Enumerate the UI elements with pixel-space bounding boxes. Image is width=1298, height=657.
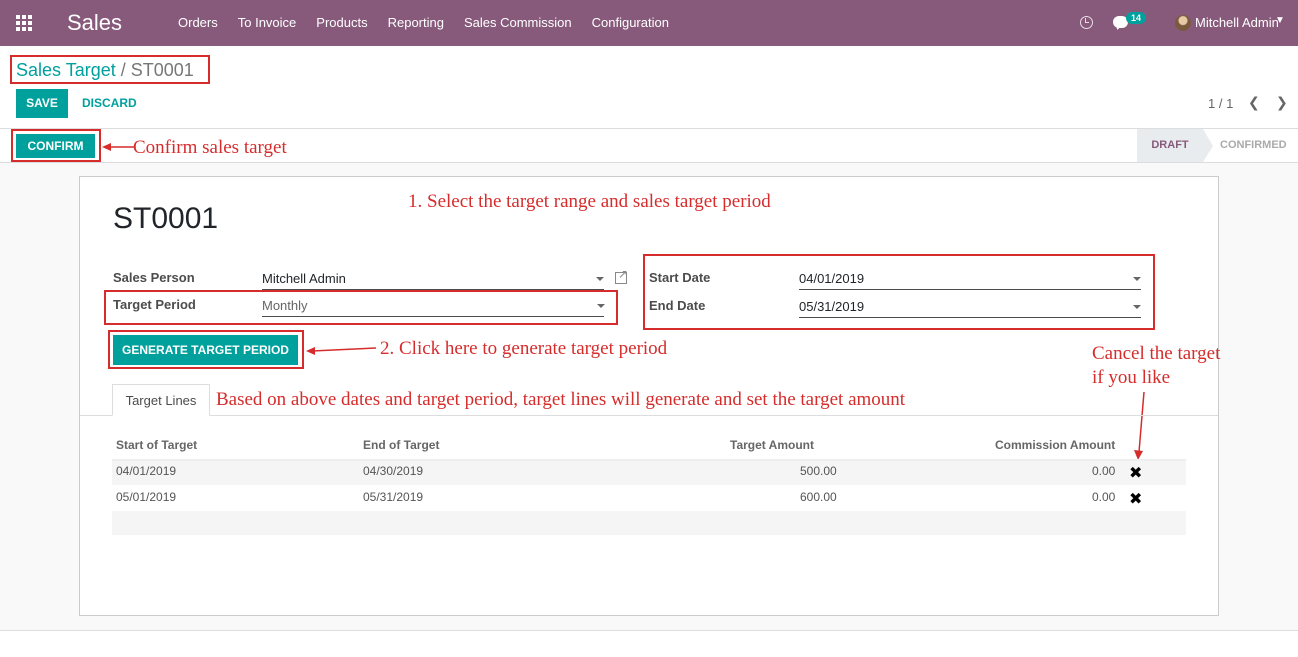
cell-commission[interactable]: 0.00 [1092, 490, 1115, 504]
sales-person-field[interactable]: Mitchell Admin [262, 271, 604, 290]
menu-item-configuration[interactable]: Configuration [582, 0, 679, 46]
cell-start[interactable]: 04/01/2019 [116, 464, 176, 478]
chevron-left-icon[interactable]: ❮ [1248, 94, 1260, 111]
menu-item-orders[interactable]: Orders [168, 0, 228, 46]
delete-icon[interactable]: ✖ [1129, 489, 1142, 509]
generate-highlight [108, 330, 304, 369]
user-menu[interactable]: Mitchell Admin [1195, 15, 1279, 30]
cancel-note-line2: if you like [1092, 367, 1171, 388]
stage-confirmed[interactable]: CONFIRMED [1220, 129, 1287, 162]
clock-icon[interactable] [1080, 16, 1093, 29]
table-row-empty [112, 511, 1186, 535]
cell-start[interactable]: 05/01/2019 [116, 490, 176, 504]
pager-value: 1 / 1 [1208, 96, 1234, 111]
cell-end[interactable]: 05/31/2019 [363, 490, 423, 504]
top-navbar: Sales Orders To Invoice Products Reporti… [0, 0, 1298, 46]
cancel-note-line1: Cancel the target [1092, 343, 1221, 364]
menu-item-sales-commission[interactable]: Sales Commission [454, 0, 582, 46]
confirm-note: Confirm sales target [133, 137, 287, 158]
stage-draft[interactable]: DRAFT [1137, 129, 1213, 162]
generate-arrow [306, 347, 377, 355]
discard-button[interactable]: DISCARD [82, 89, 137, 118]
menu-item-products[interactable]: Products [306, 0, 377, 46]
step1-note: 1. Select the target range and sales tar… [408, 191, 771, 212]
column-header-target[interactable]: Target Amount [730, 438, 814, 452]
sales-person-caret-icon[interactable] [596, 277, 604, 281]
step2-note: 2. Click here to generate target period [380, 338, 668, 359]
avatar[interactable] [1175, 15, 1191, 31]
apps-icon[interactable] [16, 15, 34, 31]
cell-commission[interactable]: 0.00 [1092, 464, 1115, 478]
tab-target-lines[interactable]: Target Lines [112, 384, 210, 416]
delete-icon[interactable]: ✖ [1129, 463, 1142, 483]
column-header-commission[interactable]: Commission Amount [995, 438, 1115, 452]
chevron-right-icon[interactable]: ❯ [1276, 94, 1288, 111]
sales-person-label: Sales Person [113, 270, 195, 285]
chatter-divider [0, 630, 1298, 657]
record-name: ST0001 [113, 202, 219, 235]
caret-down-icon[interactable]: ▼ [1275, 15, 1285, 26]
chat-badge: 14 [1126, 12, 1147, 24]
main-menu: Orders To Invoice Products Reporting Sal… [168, 0, 679, 46]
tab-divider [80, 415, 1218, 416]
confirm-arrow [102, 143, 134, 151]
cell-end[interactable]: 04/30/2019 [363, 464, 423, 478]
target-period-highlight [104, 290, 618, 325]
column-header-start[interactable]: Start of Target [116, 438, 197, 452]
confirm-highlight [11, 129, 101, 162]
external-link-icon[interactable] [615, 267, 628, 284]
cell-target[interactable]: 600.00 [800, 490, 837, 504]
menu-item-to-invoice[interactable]: To Invoice [228, 0, 307, 46]
column-header-end[interactable]: End of Target [363, 438, 439, 452]
menu-item-reporting[interactable]: Reporting [378, 0, 454, 46]
table-row[interactable] [112, 485, 1186, 511]
date-range-highlight [643, 254, 1155, 330]
cancel-arrow [1134, 391, 1145, 460]
lines-note: Based on above dates and target period, … [216, 389, 906, 410]
app-name: Sales [67, 10, 123, 35]
save-button[interactable]: SAVE [16, 89, 68, 118]
breadcrumb-highlight [10, 55, 210, 84]
cell-target[interactable]: 500.00 [800, 464, 837, 478]
table-row[interactable] [112, 459, 1186, 485]
